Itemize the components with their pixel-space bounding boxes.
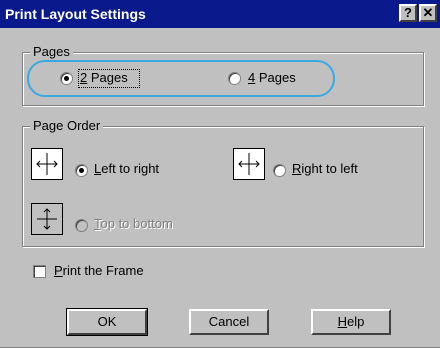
help-accel: H — [337, 314, 348, 329]
two-pages-label-rest: Pages — [87, 70, 128, 85]
page-order-legend: Page Order — [30, 118, 104, 133]
four-pages-label[interactable]: 4 Pages — [248, 70, 296, 85]
right-to-left-label-rest: ight to left — [301, 161, 358, 176]
arrow-right-left-icon — [233, 148, 265, 180]
right-to-left-label[interactable]: Right to left — [292, 161, 358, 176]
top-to-bottom-radio — [75, 219, 88, 232]
print-layout-dialog: Print Layout Settings ? ✕ Pages 2 Pages … — [0, 0, 440, 348]
print-frame-checkbox[interactable] — [33, 265, 46, 278]
pages-legend: Pages — [30, 44, 73, 59]
help-button[interactable]: Help — [311, 309, 391, 335]
top-to-bottom-label-rest: op to bottom — [100, 216, 173, 231]
title-bar[interactable]: Print Layout Settings ? ✕ — [0, 0, 440, 28]
help-label-rest: elp — [347, 314, 365, 329]
help-icon[interactable]: ? — [399, 4, 417, 22]
dialog-title: Print Layout Settings — [5, 6, 146, 22]
cancel-button[interactable]: Cancel — [189, 309, 269, 335]
left-to-right-label[interactable]: Left to right — [94, 161, 159, 176]
left-to-right-label-rest: eft to right — [101, 161, 160, 176]
ok-button[interactable]: OK — [66, 308, 148, 336]
right-to-left-accel: R — [292, 161, 302, 176]
left-to-right-radio[interactable] — [75, 164, 88, 177]
print-frame-label-rest: rint the Frame — [62, 263, 144, 278]
close-icon[interactable]: ✕ — [419, 4, 437, 22]
four-pages-label-rest: Pages — [255, 70, 296, 85]
print-frame-accel: P — [54, 263, 63, 278]
top-to-bottom-label: Top to bottom — [94, 216, 173, 231]
two-pages-label[interactable]: 2 Pages — [80, 70, 128, 85]
print-frame-label[interactable]: Print the Frame — [54, 263, 144, 278]
arrow-left-right-icon — [31, 148, 63, 180]
four-pages-radio[interactable] — [228, 72, 241, 85]
two-pages-radio[interactable] — [60, 72, 73, 85]
right-to-left-radio[interactable] — [273, 164, 286, 177]
arrow-top-bottom-icon — [31, 203, 63, 235]
